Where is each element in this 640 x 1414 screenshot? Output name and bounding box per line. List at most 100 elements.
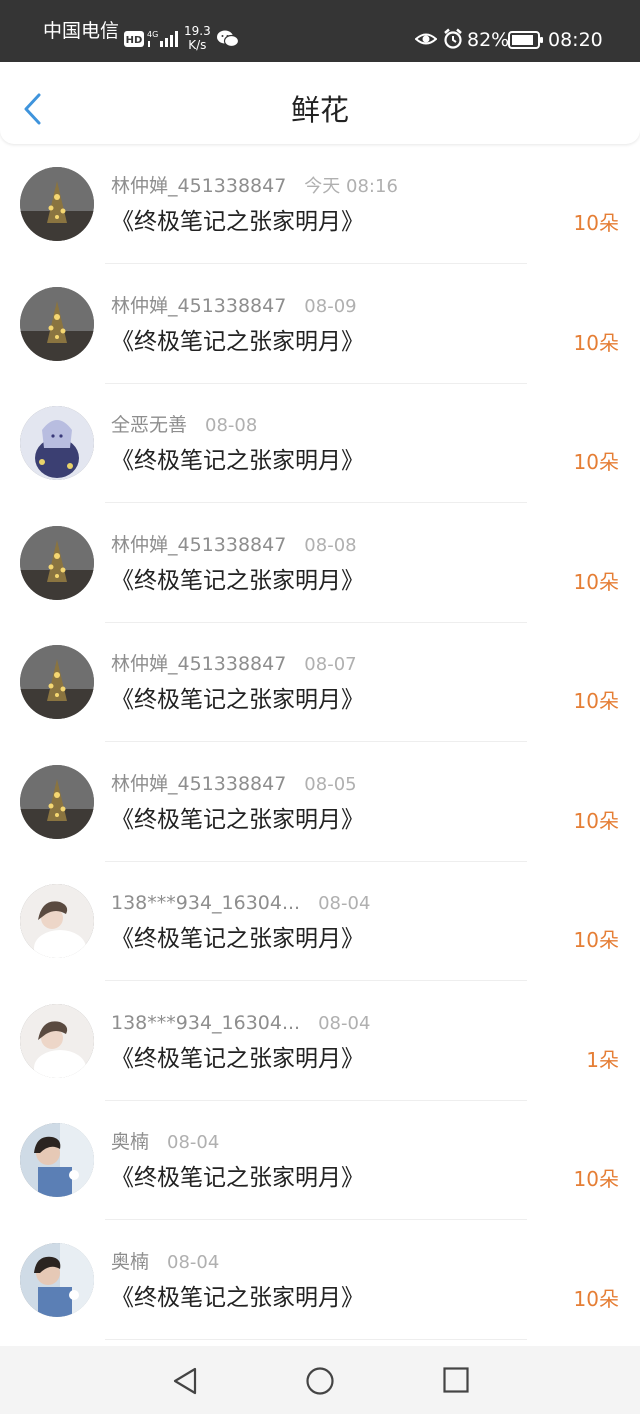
sender-username: 林仲婵_451338847 (111, 653, 287, 675)
network-speed: 19.3 K/s (184, 24, 211, 52)
status-bar: 中国电信 HD 4G 19.3 K/s 82% 08:20 (0, 0, 640, 62)
system-nav-bar (0, 1346, 640, 1414)
list-item[interactable]: 林仲婵_451338847 08-09 《终极笔记之张家明月》 10朵 (0, 266, 640, 386)
row-divider (105, 502, 527, 503)
book-title: 《终极笔记之张家明月》 (111, 328, 364, 355)
book-title: 《终极笔记之张家明月》 (111, 1284, 364, 1311)
avatar[interactable] (20, 884, 94, 958)
row-divider (105, 980, 527, 981)
speed-unit: K/s (188, 38, 207, 52)
row-divider (105, 741, 527, 742)
wechat-icon (217, 30, 239, 48)
hd-icon: HD (124, 31, 144, 47)
alarm-icon (444, 28, 462, 49)
sender-username: 林仲婵_451338847 (111, 772, 287, 795)
avatar[interactable] (20, 406, 94, 480)
list-item[interactable]: 138***934_16304... 08-04 《终极笔记之张家明月》 1朵 (0, 983, 640, 1103)
list-item[interactable]: 138***934_16304... 08-04 《终极笔记之张家明月》 10朵 (0, 863, 640, 983)
flower-count: 10朵 (573, 450, 619, 474)
sender-name: 林仲婵_451338847 08-09 (111, 294, 357, 319)
list-item[interactable]: 林仲婵_451338847 08-08 《终极笔记之张家明月》 10朵 (0, 505, 640, 625)
flower-count: 10朵 (573, 569, 619, 594)
flower-count: 10朵 (573, 1286, 619, 1311)
sender-username: 林仲婵_451338847 (111, 533, 287, 556)
avatar[interactable] (20, 764, 94, 839)
avatar[interactable] (20, 286, 94, 361)
book-title: 《终极笔记之张家明月》 (111, 567, 364, 594)
flower-count: 10朵 (573, 211, 619, 235)
sender-username: 林仲婵_451338847 (111, 294, 287, 317)
row-divider (105, 1219, 527, 1220)
carrier-label: 中国电信 (43, 20, 120, 42)
flower-count: 1朵 (586, 1047, 619, 1072)
sender-name: 奥楠 08-04 (111, 1130, 219, 1155)
row-divider (105, 860, 527, 862)
header-bar: 鲜花 (0, 62, 640, 144)
sender-name: 138***934_16304... 08-04 (111, 1011, 370, 1036)
send-date: 08-09 (304, 295, 357, 317)
book-title: 《终极笔记之张家明月》 (111, 687, 364, 713)
battery-icon (508, 31, 543, 49)
sender-username: 138***934_16304... (111, 1011, 301, 1034)
send-date: 08-04 (318, 1012, 371, 1034)
flower-count: 10朵 (573, 689, 619, 713)
flower-count: 10朵 (573, 1167, 619, 1191)
row-divider (105, 263, 527, 264)
sender-name: 林仲婵_451338847 08-05 (111, 772, 357, 797)
nav-home-icon[interactable] (305, 1366, 335, 1396)
send-date: 08-07 (304, 654, 357, 675)
send-date: 08-05 (304, 773, 357, 795)
clock-time: 08:20 (548, 29, 603, 51)
row-divider (105, 621, 527, 623)
svg-text:HD: HD (126, 35, 143, 46)
svg-text:4G: 4G (147, 30, 158, 39)
avatar[interactable] (20, 1003, 94, 1078)
send-date: 08-04 (318, 893, 371, 914)
list-item[interactable]: 林仲婵_451338847 08-05 《终极笔记之张家明月》 10朵 (0, 744, 640, 864)
send-date: 08-08 (205, 415, 258, 436)
page-title: 鲜花 (290, 93, 349, 127)
row-divider (105, 1099, 527, 1101)
avatar[interactable] (20, 167, 94, 241)
flower-count: 10朵 (573, 808, 619, 833)
row-divider (105, 382, 527, 384)
sender-name: 奥楠 08-04 (111, 1250, 219, 1275)
sender-username: 138***934_16304... (111, 892, 301, 914)
book-title: 《终极笔记之张家明月》 (111, 806, 364, 833)
sender-name: 138***934_16304... 08-04 (111, 891, 370, 916)
sender-username: 奥楠 (111, 1250, 150, 1273)
list-item[interactable]: 奥楠 08-04 《终极笔记之张家明月》 10朵 (0, 1222, 640, 1342)
flower-count: 10朵 (573, 928, 619, 952)
list-item[interactable]: 奥楠 08-04 《终极笔记之张家明月》 10朵 (0, 1102, 640, 1222)
signal-icon: 4G (147, 30, 178, 47)
nav-recent-apps-icon[interactable] (443, 1366, 469, 1394)
sender-name: 林仲婵_451338847 今天 08:16 (111, 174, 398, 199)
nav-back-icon[interactable] (171, 1366, 199, 1396)
sender-name: 林仲婵_451338847 08-08 (111, 533, 357, 558)
book-title: 《终极笔记之张家明月》 (111, 209, 364, 235)
sender-username: 林仲婵_451338847 (111, 175, 287, 197)
send-date: 08-04 (167, 1251, 220, 1273)
sender-username: 奥楠 (111, 1131, 150, 1153)
flower-count: 10朵 (573, 330, 619, 355)
sender-name: 全恶无善 08-08 (111, 413, 257, 438)
send-date: 今天 08:16 (304, 176, 398, 197)
book-title: 《终极笔记之张家明月》 (111, 1165, 364, 1191)
send-date: 08-04 (167, 1132, 220, 1153)
list-item[interactable]: 全恶无善 08-08 《终极笔记之张家明月》 10朵 (0, 385, 640, 505)
list-item[interactable]: 林仲婵_451338847 08-07 《终极笔记之张家明月》 10朵 (0, 624, 640, 744)
row-divider (105, 1338, 527, 1340)
sender-username: 全恶无善 (111, 414, 188, 436)
avatar[interactable] (20, 525, 94, 600)
battery-percent: 82% (467, 29, 510, 51)
list-item[interactable]: 林仲婵_451338847 今天 08:16 《终极笔记之张家明月》 10朵 (0, 146, 640, 266)
book-title: 《终极笔记之张家明月》 (111, 926, 364, 952)
book-title: 《终极笔记之张家明月》 (111, 1045, 364, 1072)
avatar[interactable] (20, 645, 94, 719)
eye-icon (415, 33, 437, 45)
avatar[interactable] (20, 1123, 94, 1197)
sender-name: 林仲婵_451338847 08-07 (111, 652, 357, 677)
avatar[interactable] (20, 1242, 94, 1317)
book-title: 《终极笔记之张家明月》 (111, 448, 364, 474)
send-date: 08-08 (304, 534, 357, 556)
